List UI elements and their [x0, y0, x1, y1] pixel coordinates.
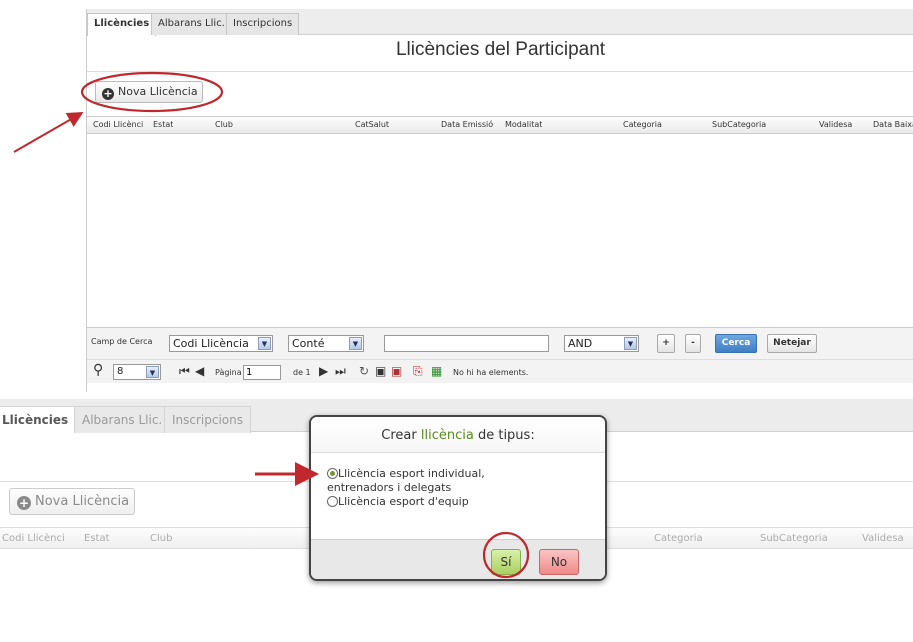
nova-llicencia-button[interactable]: + Nova Llicència: [95, 81, 203, 103]
search-bar: Camp de Cerca Codi Llicència ▼ Conté ▼ A…: [87, 327, 913, 359]
radio-unselected-icon[interactable]: [327, 496, 338, 507]
prev-page-icon[interactable]: ◀: [195, 364, 204, 378]
first-page-icon[interactable]: ⏮: [179, 364, 190, 379]
chevron-down-icon: ▼: [146, 366, 159, 378]
option-equip-label: Llicència esport d'equip: [338, 495, 469, 508]
no-button[interactable]: No: [539, 549, 579, 575]
tab-bar: Llicències Albarans Llic. Inscripcions: [87, 9, 913, 36]
page-input[interactable]: 1: [243, 365, 281, 380]
rows-per-page-value: 8: [117, 366, 124, 377]
refresh-icon[interactable]: ↻: [359, 364, 369, 378]
save-as-icon[interactable]: ▣: [391, 364, 402, 378]
excel-icon[interactable]: ▦: [431, 364, 442, 378]
grid-body: [87, 135, 913, 327]
dialog-footer: Sí No: [311, 539, 605, 579]
col-categoria-faded[interactable]: Categoria: [654, 533, 703, 544]
pager-status: No hi ha elements.: [453, 368, 529, 377]
col-modalitat[interactable]: Modalitat: [505, 120, 542, 129]
page-title: Llicències del Participant: [395, 39, 606, 60]
search-field-select[interactable]: Codi Llicència ▼: [169, 335, 273, 352]
col-codi[interactable]: Codi Llicènci: [93, 120, 151, 129]
col-club-faded[interactable]: Club: [150, 533, 172, 544]
chevron-down-icon: ▼: [349, 337, 362, 350]
dialog-title-highlight: llicència: [420, 428, 474, 443]
col-data-emissio[interactable]: Data Emissió: [441, 120, 504, 129]
tab-inscripcions-faded[interactable]: Inscripcions: [164, 406, 252, 433]
col-subcategoria[interactable]: SubCategoria: [712, 120, 766, 129]
remove-condition-button[interactable]: -: [685, 334, 701, 353]
option-individual-label-2: entrenadors i delegats: [327, 481, 452, 494]
add-condition-button[interactable]: +: [657, 334, 675, 353]
plus-circle-icon: +: [17, 496, 31, 510]
col-estat-faded[interactable]: Estat: [84, 533, 110, 544]
col-validesa-faded[interactable]: Validesa: [862, 533, 904, 544]
plus-circle-icon: +: [102, 87, 114, 100]
page-total: de 1: [293, 368, 311, 377]
netejar-button[interactable]: Netejar: [767, 334, 817, 353]
crear-llicencia-dialog: Crear llicència de tipus: Llicència espo…: [309, 415, 607, 581]
top-panel: Llicències Albarans Llic. Inscripcions L…: [86, 9, 913, 392]
yes-button[interactable]: Sí: [491, 549, 521, 575]
dialog-body: Llicència esport individual, entrenadors…: [311, 453, 605, 539]
search-value-input[interactable]: [384, 335, 549, 352]
nova-llicencia-button-faded[interactable]: + Nova Llicència: [9, 488, 135, 515]
nova-llicencia-label: Nova Llicència: [118, 85, 198, 98]
last-page-icon[interactable]: ⏭: [335, 364, 346, 379]
pdf-icon[interactable]: ⎘: [413, 364, 423, 379]
search-label: Camp de Cerca: [91, 337, 153, 346]
dialog-title-post: de tipus:: [473, 428, 535, 443]
divider: [87, 71, 913, 72]
tab-llicencies-faded[interactable]: Llicències: [0, 406, 77, 433]
col-categoria[interactable]: Categoria: [623, 120, 662, 129]
option-equip[interactable]: Llicència esport d'equip: [327, 495, 605, 509]
col-club[interactable]: Club: [215, 120, 233, 129]
rows-per-page-select[interactable]: 8 ▼: [113, 364, 161, 380]
tab-albarans-faded[interactable]: Albarans Llic.: [74, 406, 171, 433]
tab-albarans[interactable]: Albarans Llic.: [151, 13, 232, 35]
dialog-title: Crear llicència de tipus:: [311, 417, 605, 453]
tab-llicencies[interactable]: Llicències: [87, 13, 157, 36]
cerca-button[interactable]: Cerca: [715, 334, 757, 353]
col-validesa[interactable]: Validesa: [819, 120, 852, 129]
next-page-icon[interactable]: ▶: [319, 364, 328, 378]
nova-llicencia-label-faded: Nova Llicència: [35, 494, 130, 509]
save-icon[interactable]: ▣: [375, 364, 386, 378]
search-logic-value: AND: [568, 337, 593, 350]
search-operator-value: Conté: [292, 337, 325, 350]
chevron-down-icon: ▼: [258, 337, 271, 350]
pager: ⚲ 8 ▼ ⏮ ◀ Pàgina 1 de 1 ▶ ⏭ ↻ ▣ ▣ ⎘ ▦ No…: [87, 359, 913, 383]
search-operator-select[interactable]: Conté ▼: [288, 335, 364, 352]
tab-inscripcions[interactable]: Inscripcions: [226, 13, 300, 35]
col-codi-faded[interactable]: Codi Llicènci: [2, 533, 65, 544]
chevron-down-icon: ▼: [624, 337, 637, 350]
col-estat[interactable]: Estat: [153, 120, 173, 129]
col-data-baixa[interactable]: Data Baixa: [873, 120, 913, 129]
radio-selected-icon[interactable]: [327, 468, 338, 479]
col-subcategoria-faded[interactable]: SubCategoria: [760, 533, 828, 544]
search-icon[interactable]: ⚲: [93, 362, 103, 378]
arrow-annotation-top: [13, 112, 84, 153]
page-label: Pàgina: [215, 368, 242, 377]
search-field-value: Codi Llicència: [173, 337, 249, 350]
search-logic-select[interactable]: AND ▼: [564, 335, 639, 352]
option-individual[interactable]: Llicència esport individual, entrenadors…: [327, 467, 605, 495]
option-individual-label-1: Llicència esport individual,: [338, 467, 485, 480]
col-catsalut[interactable]: CatSalut: [355, 120, 389, 129]
grid-header: Codi Llicènci Estat Club CatSalut Data E…: [87, 116, 913, 134]
screenshot: Llicències Albarans Llic. Inscripcions L…: [0, 0, 913, 642]
dialog-title-pre: Crear: [381, 428, 421, 443]
